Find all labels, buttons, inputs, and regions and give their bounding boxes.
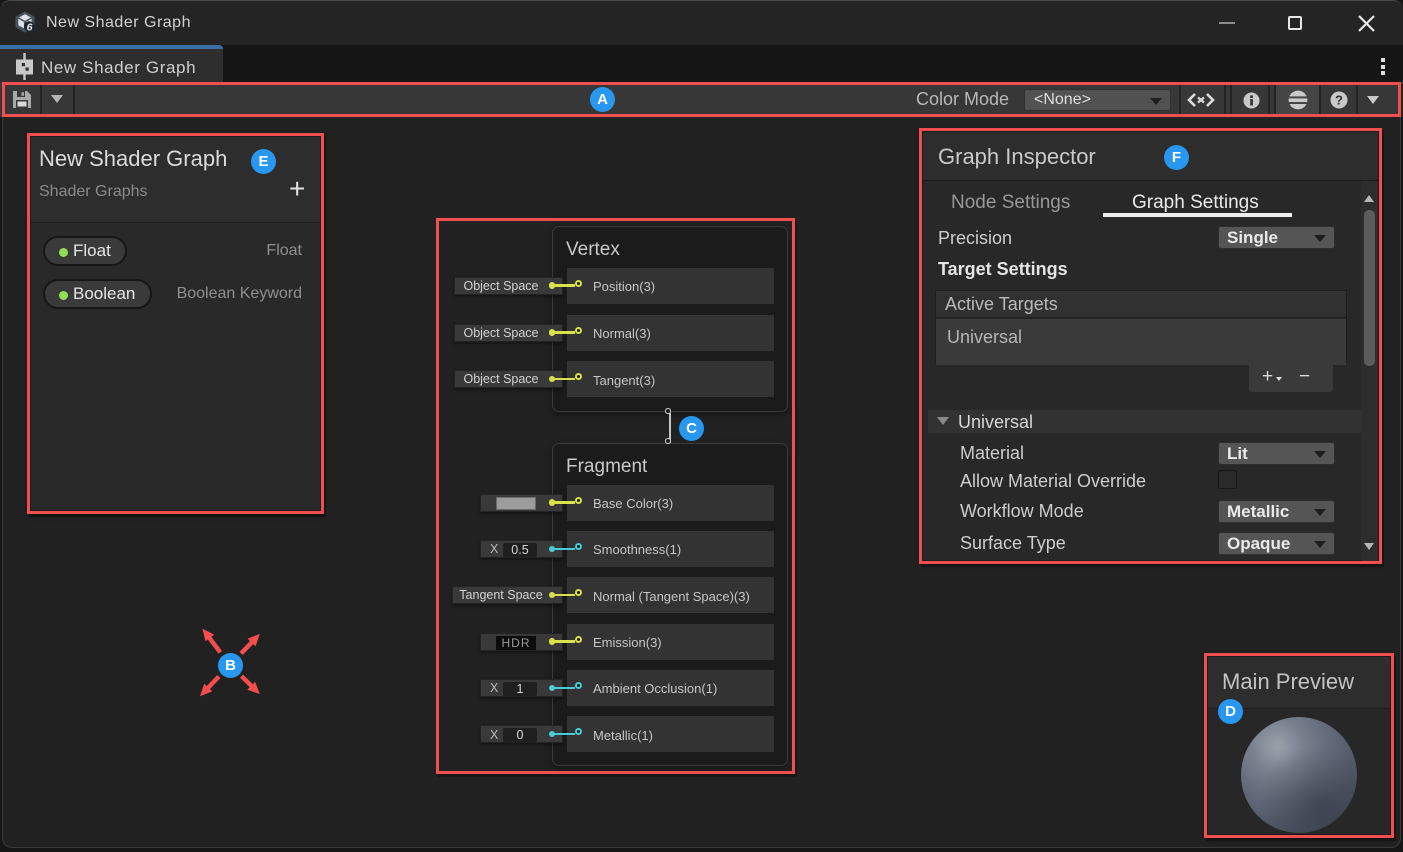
svg-text:6: 6 [27,22,33,34]
